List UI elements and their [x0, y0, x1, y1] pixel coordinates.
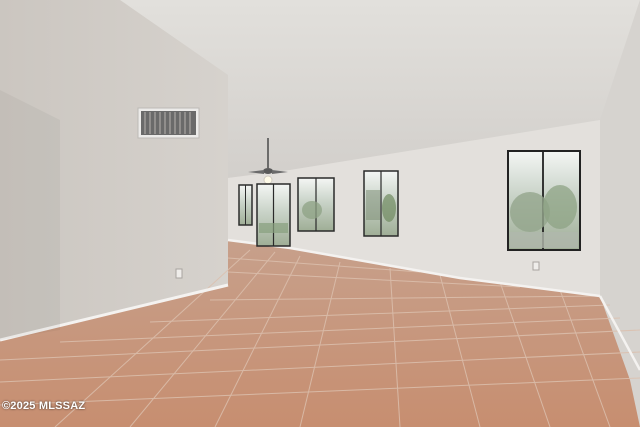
- outlet-right: [532, 261, 540, 271]
- left-wall-shadow: [0, 90, 60, 340]
- sliding-door: [256, 183, 291, 247]
- copyright-watermark: ©2025 MLSSAZ: [2, 400, 86, 412]
- room-photo: [0, 0, 640, 427]
- window-middle: [297, 177, 335, 232]
- air-vent: [137, 107, 200, 139]
- window-right: [507, 150, 581, 251]
- window-center: [363, 170, 399, 237]
- side-window: [238, 184, 253, 226]
- outlet-left: [175, 268, 183, 279]
